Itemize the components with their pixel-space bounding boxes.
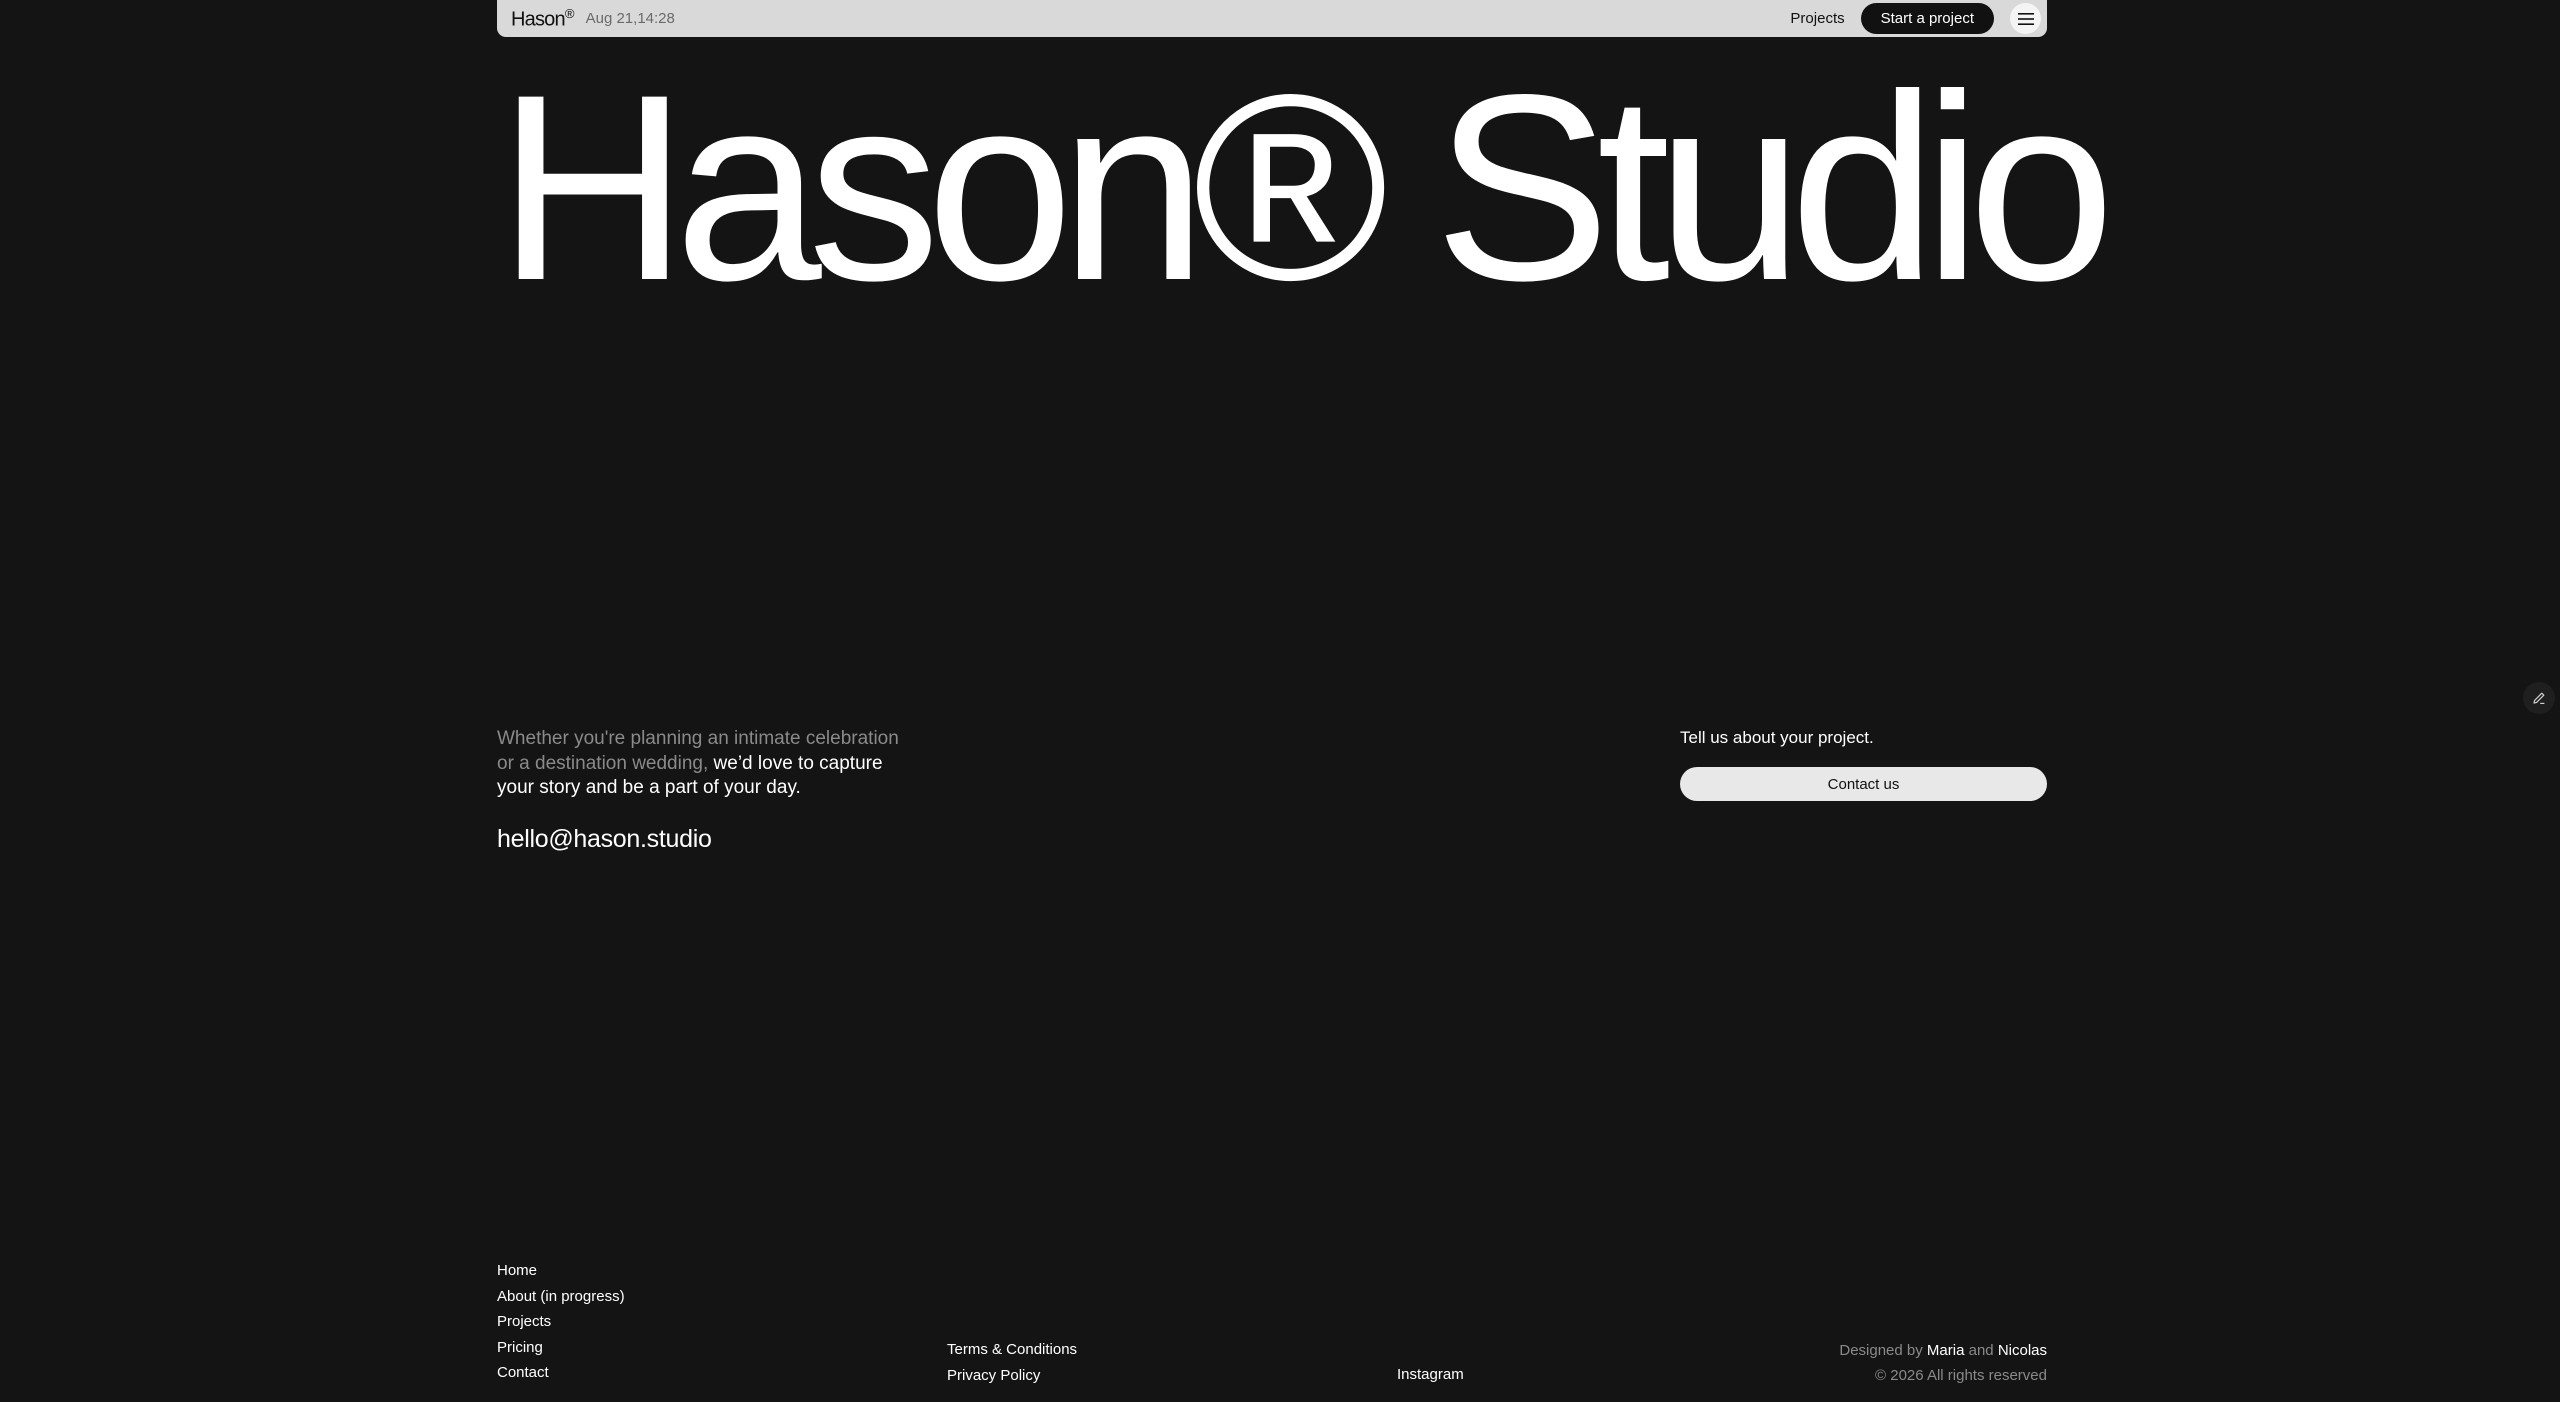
footer-link-home[interactable]: Home (497, 1262, 625, 1280)
copyright: © 2026 All rights reserved (1875, 1367, 2047, 1384)
nav-actions: Projects Start a project (1790, 3, 2041, 34)
footer-legal: Terms & Conditions Privacy Policy (947, 1341, 1077, 1385)
footer-nav: Home About (in progress) Projects Pricin… (497, 1262, 625, 1382)
email-link[interactable]: hello@hason.studio (497, 825, 712, 854)
designed-by-line: Designed by Maria and Nicolas (1839, 1338, 2047, 1363)
footer-link-contact[interactable]: Contact (497, 1364, 625, 1382)
designer-maria[interactable]: Maria (1927, 1342, 1965, 1359)
hamburger-menu-icon (2017, 12, 2034, 25)
contact-us-button[interactable]: Contact us (1680, 767, 2047, 801)
hero-title: Hason® Studio (497, 40, 2115, 336)
footer-link-pricing[interactable]: Pricing (497, 1339, 625, 1357)
menu-button[interactable] (2010, 3, 2041, 34)
footer-link-about[interactable]: About (in progress) (497, 1288, 625, 1306)
footer-credits: Designed by Maria and Nicolas © 2026 All… (1839, 1338, 2047, 1388)
footer-link-privacy[interactable]: Privacy Policy (947, 1367, 1077, 1385)
footer-social: Instagram (1397, 1366, 1464, 1384)
logo-registered-mark: ® (564, 5, 575, 21)
designed-by-and: and (1968, 1342, 1994, 1359)
datetime: Aug 21,14:28 (585, 10, 675, 27)
contact-prompt: Tell us about your project. (1680, 728, 1874, 747)
footer-link-projects[interactable]: Projects (497, 1313, 625, 1331)
top-nav-bar: Hason® Aug 21,14:28 Projects Start a pro… (497, 0, 2047, 37)
intro-text: Whether you're planning an intimate cele… (497, 727, 917, 801)
footer-link-terms[interactable]: Terms & Conditions (947, 1341, 1077, 1359)
designed-by-label: Designed by (1839, 1342, 1923, 1359)
edit-button[interactable] (2523, 682, 2555, 714)
start-project-button[interactable]: Start a project (1860, 3, 1994, 34)
brand-group: Hason® Aug 21,14:28 (511, 6, 675, 32)
logo[interactable]: Hason® (511, 6, 574, 32)
pencil-icon (2533, 692, 2545, 704)
logo-text: Hason (511, 8, 566, 31)
footer-link-instagram[interactable]: Instagram (1397, 1366, 1464, 1383)
page: Hason® Aug 21,14:28 Projects Start a pro… (0, 0, 2560, 1402)
nav-link-projects[interactable]: Projects (1790, 10, 1844, 27)
designer-nicolas[interactable]: Nicolas (1998, 1342, 2047, 1359)
